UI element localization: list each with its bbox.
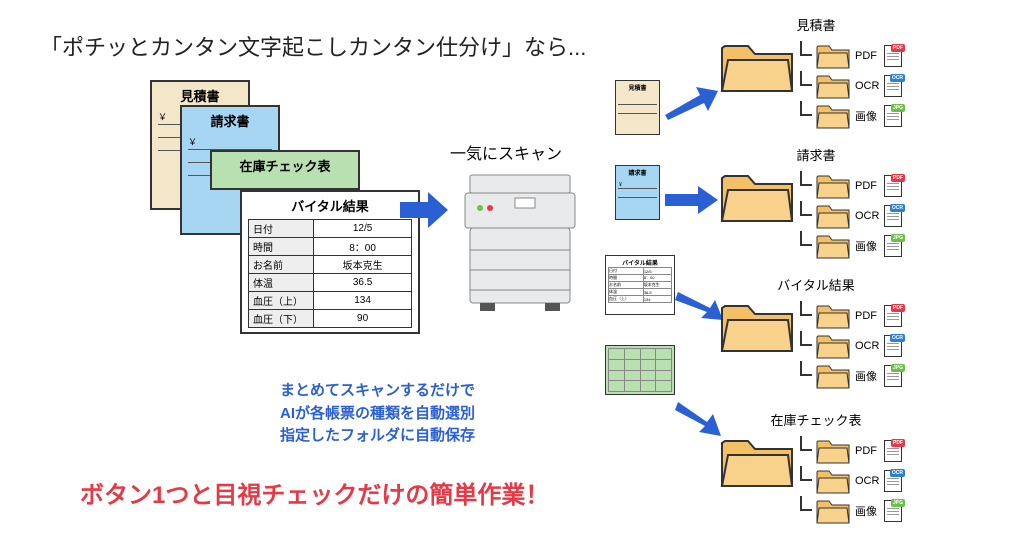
vital-table: 日付12/5 時間8：00 お名前坂本克生 体温36.5 血圧（上）134 血圧… bbox=[248, 219, 412, 328]
summary-text: まとめてスキャンするだけで AIが各帳票の種類を自動選別 指定したフォルダに自動… bbox=[280, 380, 475, 448]
file-icon: JPG bbox=[884, 105, 902, 127]
summary-line: 指定したフォルダに自動保存 bbox=[280, 425, 475, 448]
folder-group-zaiko: 在庫チェック表 PDF PDF OCR OCR 画像 JPG bbox=[720, 410, 902, 526]
folder-icon bbox=[816, 202, 851, 230]
doc-zaiko: 在庫チェック表 bbox=[210, 150, 360, 190]
doc-vital-title: バイタル結果 bbox=[248, 196, 412, 215]
pdf-badge: PDF bbox=[891, 44, 905, 52]
folder-group-mitsumori: 見積書 PDF PDF OCR OCR 画像 JPG bbox=[720, 15, 902, 131]
folder-label: 見積書 bbox=[730, 15, 902, 34]
folder-label: バイタル結果 bbox=[730, 275, 902, 294]
folder-label: 在庫チェック表 bbox=[730, 410, 902, 429]
folder-icon bbox=[816, 332, 851, 360]
pdf-badge: PDF bbox=[891, 174, 905, 182]
folder-group-vital: バイタル結果 PDF PDF OCR OCR 画像 JPG bbox=[720, 275, 902, 391]
type-ocr: OCR bbox=[855, 210, 880, 222]
doc-mitsumori-title: 見積書 bbox=[158, 86, 242, 105]
doc-vital: バイタル結果 日付12/5 時間8：00 お名前坂本克生 体温36.5 血圧（上… bbox=[240, 190, 420, 334]
file-icon: OCR bbox=[884, 75, 902, 97]
summary-line: AIが各帳票の種類を自動選別 bbox=[280, 403, 475, 426]
doc-seikyu-title: 請求書 bbox=[188, 111, 272, 130]
folder-icon bbox=[816, 232, 851, 260]
ocr-badge: OCR bbox=[890, 469, 905, 477]
arrow-to-scanner-icon bbox=[400, 190, 450, 230]
pdf-badge: PDF bbox=[891, 304, 905, 312]
file-icon: PDF bbox=[884, 440, 902, 462]
split-arrow-right-icon bbox=[665, 185, 720, 215]
type-ocr: OCR bbox=[855, 340, 880, 352]
file-icon: JPG bbox=[884, 235, 902, 257]
file-icon: JPG bbox=[884, 365, 902, 387]
folder-icon bbox=[720, 166, 795, 226]
doc-zaiko-title: 在庫チェック表 bbox=[218, 156, 352, 175]
type-pdf: PDF bbox=[855, 445, 880, 457]
jpg-badge: JPG bbox=[891, 234, 905, 242]
file-icon: OCR bbox=[884, 470, 902, 492]
folder-icon bbox=[720, 296, 795, 356]
mini-doc-seikyu: 請求書 ￥ bbox=[615, 165, 660, 220]
folder-icon bbox=[816, 497, 851, 525]
jpg-badge: JPG bbox=[891, 499, 905, 507]
mini-doc-vital: バイタル結果 日付12/5 時間8：00 お名前坂本克生 体温36.5 血圧（上… bbox=[605, 255, 675, 315]
yen-line: ￥ bbox=[188, 134, 272, 150]
folder-icon bbox=[816, 362, 851, 390]
type-img: 画像 bbox=[855, 368, 880, 384]
folder-icon bbox=[816, 172, 851, 200]
ocr-badge: OCR bbox=[890, 204, 905, 212]
mini-doc-mitsumori: 見積書 bbox=[615, 80, 660, 135]
folder-icon bbox=[816, 42, 851, 70]
type-ocr: OCR bbox=[855, 80, 880, 92]
type-pdf: PDF bbox=[855, 180, 880, 192]
folder-icon bbox=[816, 302, 851, 330]
split-arrow-down1-icon bbox=[675, 290, 725, 325]
file-icon: PDF bbox=[884, 45, 902, 67]
folder-icon bbox=[816, 72, 851, 100]
folder-icon bbox=[816, 467, 851, 495]
jpg-badge: JPG bbox=[891, 104, 905, 112]
type-ocr: OCR bbox=[855, 475, 880, 487]
folder-group-seikyu: 請求書 PDF PDF OCR OCR 画像 JPG bbox=[720, 145, 902, 261]
ocr-badge: OCR bbox=[890, 334, 905, 342]
bottom-callout: ボタン1つと目視チェックだけの簡単作業！ bbox=[80, 475, 549, 510]
type-pdf: PDF bbox=[855, 50, 880, 62]
file-icon: OCR bbox=[884, 335, 902, 357]
folder-icon bbox=[720, 431, 795, 491]
folder-icon bbox=[720, 36, 795, 96]
folder-label: 請求書 bbox=[730, 145, 902, 164]
file-icon: JPG bbox=[884, 500, 902, 522]
folder-icon bbox=[816, 102, 851, 130]
folder-icon bbox=[816, 437, 851, 465]
split-arrow-up1-icon bbox=[660, 85, 720, 120]
file-icon: PDF bbox=[884, 175, 902, 197]
type-img: 画像 bbox=[855, 108, 880, 124]
file-icon: PDF bbox=[884, 305, 902, 327]
ocr-badge: OCR bbox=[890, 74, 905, 82]
jpg-badge: JPG bbox=[891, 364, 905, 372]
type-img: 画像 bbox=[855, 503, 880, 519]
pdf-badge: PDF bbox=[891, 439, 905, 447]
file-icon: OCR bbox=[884, 205, 902, 227]
type-pdf: PDF bbox=[855, 310, 880, 322]
scanner-icon bbox=[455, 165, 585, 315]
scan-label: 一気にスキャン bbox=[450, 140, 562, 164]
split-arrow-down2-icon bbox=[675, 400, 725, 440]
mini-doc-zaiko bbox=[605, 345, 675, 395]
type-img: 画像 bbox=[855, 238, 880, 254]
page-title: 「ポチッとカンタン文字起こしカンタン仕分け」なら... bbox=[40, 30, 586, 62]
summary-line: まとめてスキャンするだけで bbox=[280, 380, 475, 403]
